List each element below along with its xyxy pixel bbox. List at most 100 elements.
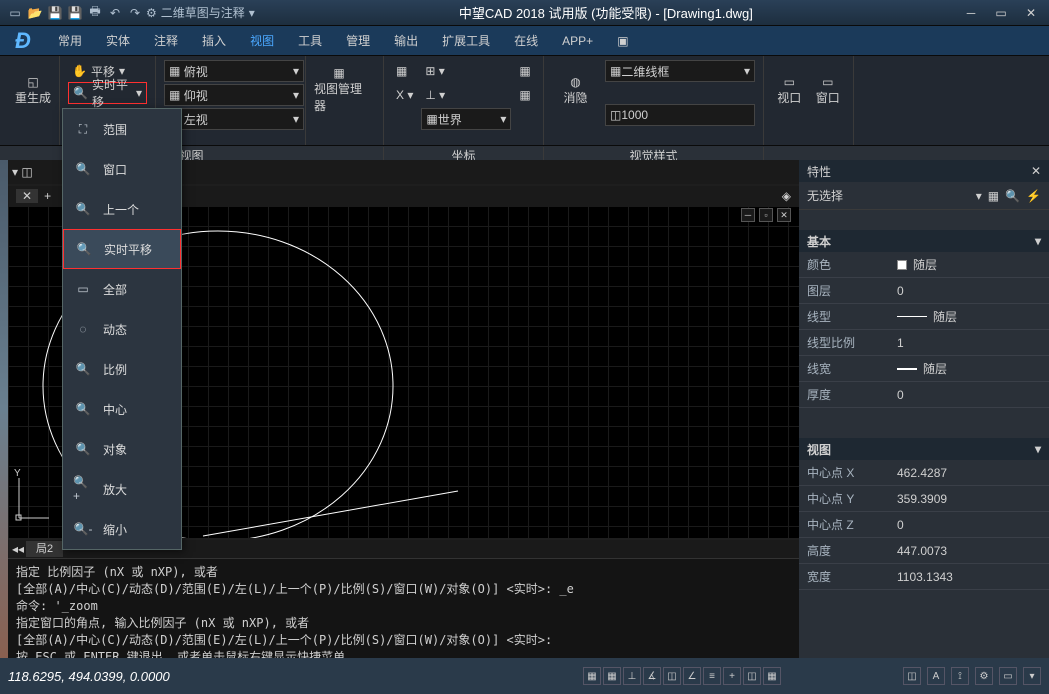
- canvas-close[interactable]: ✕: [777, 208, 791, 222]
- prop-ltscale[interactable]: 线型比例1: [799, 330, 1049, 356]
- ucs-icon-4[interactable]: ▦: [515, 60, 534, 82]
- tab-home[interactable]: 常用: [46, 26, 94, 56]
- plot-icon[interactable]: 🖶: [86, 4, 104, 22]
- prop-linetype[interactable]: 线型随层: [799, 304, 1049, 330]
- polar-toggle[interactable]: ∡: [643, 667, 661, 685]
- prop-layer[interactable]: 图层0: [799, 278, 1049, 304]
- prop-cy[interactable]: 中心点 Y359.3909: [799, 486, 1049, 512]
- canvas-nav-icon[interactable]: ◈: [782, 189, 791, 203]
- tab-insert[interactable]: 插入: [190, 26, 238, 56]
- section-basic[interactable]: 基本▾: [799, 230, 1049, 252]
- cycle-toggle[interactable]: ◫: [743, 667, 761, 685]
- hide-button[interactable]: ◍ 消隐: [552, 60, 599, 120]
- prop-height[interactable]: 高度447.0073: [799, 538, 1049, 564]
- dd-object[interactable]: 🔍对象: [63, 429, 181, 469]
- ucs-icon-2[interactable]: ⊞ ▾: [421, 60, 511, 82]
- title-bar: ▭ 📂 💾 💾 🖶 ↶ ↷ ⚙ 二维草图与注释 ▾ 中望CAD 2018 试用版…: [0, 0, 1049, 26]
- dd-center[interactable]: 🔍中心: [63, 389, 181, 429]
- realtime-pan-button[interactable]: 🔍实时平移 ▾: [68, 82, 147, 104]
- saveas-icon[interactable]: 💾: [66, 4, 84, 22]
- dd-out[interactable]: 🔍-缩小: [63, 509, 181, 549]
- visual-style-combo[interactable]: ▦ 二维线框▾: [605, 60, 755, 82]
- undo-icon[interactable]: ↶: [106, 4, 124, 22]
- tab-tools[interactable]: 工具: [286, 26, 334, 56]
- redo-icon[interactable]: ↷: [126, 4, 144, 22]
- props-close-icon[interactable]: ✕: [1031, 164, 1041, 178]
- hide-icon: ◍: [570, 75, 580, 89]
- tab-online[interactable]: 在线: [502, 26, 550, 56]
- tab-scroll-left[interactable]: ◂◂: [12, 542, 24, 556]
- canvas-max[interactable]: ▫: [759, 208, 773, 222]
- canvas-tab-add[interactable]: +: [38, 189, 57, 203]
- ortho-toggle[interactable]: ⊥: [623, 667, 641, 685]
- dd-in[interactable]: 🔍+放大: [63, 469, 181, 509]
- clean-toggle[interactable]: ▾: [1023, 667, 1041, 685]
- layout-tab[interactable]: 局2: [26, 541, 63, 557]
- tab-solid[interactable]: 实体: [94, 26, 142, 56]
- prop-width[interactable]: 宽度1103.1343: [799, 564, 1049, 590]
- view-top-combo[interactable]: ▦ 俯视▾: [164, 60, 304, 82]
- tab-extend[interactable]: 扩展工具: [430, 26, 502, 56]
- regen-button[interactable]: ◱ 重生成: [8, 60, 58, 120]
- viewport-button[interactable]: ▭ 视口: [772, 60, 807, 120]
- ucs-icon-1[interactable]: ▦: [392, 60, 417, 82]
- canvas-tab-close[interactable]: ✕: [16, 189, 38, 203]
- anno-toggle[interactable]: A: [927, 667, 945, 685]
- command-window[interactable]: 指定 比例因子 (nX 或 nXP), 或者 [全部(A)/中心(C)/动态(D…: [8, 558, 799, 658]
- dyn-toggle[interactable]: +: [723, 667, 741, 685]
- view-manager-button[interactable]: ▦ 视图管理器: [314, 60, 364, 120]
- view-left-combo[interactable]: ▦ 左视▾: [164, 108, 304, 130]
- tab-annotate[interactable]: 注释: [142, 26, 190, 56]
- window-controls: ─ ▭ ✕: [957, 3, 1049, 23]
- dd-extents[interactable]: ⛶范围: [63, 109, 181, 149]
- snap-toggle[interactable]: ▦: [583, 667, 601, 685]
- maximize-button[interactable]: ▭: [987, 3, 1015, 23]
- dd-dynamic[interactable]: ◌动态: [63, 309, 181, 349]
- gear-toggle[interactable]: ⚙: [975, 667, 993, 685]
- close-button[interactable]: ✕: [1017, 3, 1045, 23]
- prop-thickness[interactable]: 厚度0: [799, 382, 1049, 408]
- minimize-button[interactable]: ─: [957, 3, 985, 23]
- prop-color[interactable]: 颜色随层: [799, 252, 1049, 278]
- view-bottom-combo[interactable]: ▦ 仰视▾: [164, 84, 304, 106]
- window-button[interactable]: ▭ 窗口: [811, 60, 846, 120]
- scale-toggle[interactable]: ⟟: [951, 667, 969, 685]
- iso-toggle[interactable]: ◫: [903, 667, 921, 685]
- canvas-min[interactable]: ─: [741, 208, 755, 222]
- grid-toggle[interactable]: ▦: [603, 667, 621, 685]
- ucs-world-combo[interactable]: ▦ 世界▾: [421, 108, 511, 130]
- dd-window[interactable]: 🔍窗口: [63, 149, 181, 189]
- dd-scale[interactable]: 🔍比例: [63, 349, 181, 389]
- qselect-icon[interactable]: 🔍: [1005, 189, 1020, 203]
- new-icon[interactable]: ▭: [6, 4, 24, 22]
- dd-previous[interactable]: 🔍上一个: [63, 189, 181, 229]
- tab-app[interactable]: APP+: [550, 26, 605, 56]
- ucs-icon-5[interactable]: ▦: [515, 84, 534, 106]
- dd-all[interactable]: ▭全部: [63, 269, 181, 309]
- selection-combo[interactable]: 无选择 ▾ ▦ 🔍 ⚡: [799, 182, 1049, 210]
- ucs-x[interactable]: X ▾: [392, 84, 417, 106]
- dd-realtime[interactable]: 🔍实时平移: [63, 229, 181, 269]
- workspace-selector[interactable]: ⚙ 二维草图与注释 ▾: [146, 4, 255, 22]
- thickness-input[interactable]: ◫ 1000: [605, 104, 755, 126]
- tab-view[interactable]: 视图: [238, 26, 286, 56]
- section-view[interactable]: 视图▾: [799, 438, 1049, 460]
- tab-manage[interactable]: 管理: [334, 26, 382, 56]
- prop-cx[interactable]: 中心点 X462.4287: [799, 460, 1049, 486]
- layer-icon[interactable]: ▾ ◫: [12, 165, 33, 179]
- ucs-icon-3[interactable]: ⊥ ▾: [421, 84, 511, 106]
- select-icon[interactable]: ▦: [988, 189, 999, 203]
- max-toggle[interactable]: ▭: [999, 667, 1017, 685]
- prop-lineweight[interactable]: 线宽随层: [799, 356, 1049, 382]
- prop-cz[interactable]: 中心点 Z0: [799, 512, 1049, 538]
- save-icon[interactable]: 💾: [46, 4, 64, 22]
- app-logo-icon[interactable]: Ɖ: [0, 28, 46, 54]
- tab-output[interactable]: 输出: [382, 26, 430, 56]
- ribbon-minimize[interactable]: ▣: [605, 26, 640, 56]
- open-icon[interactable]: 📂: [26, 4, 44, 22]
- model-toggle[interactable]: ▦: [763, 667, 781, 685]
- flash-icon[interactable]: ⚡: [1026, 189, 1041, 203]
- otrack-toggle[interactable]: ∠: [683, 667, 701, 685]
- lwt-toggle[interactable]: ≡: [703, 667, 721, 685]
- osnap-toggle[interactable]: ◫: [663, 667, 681, 685]
